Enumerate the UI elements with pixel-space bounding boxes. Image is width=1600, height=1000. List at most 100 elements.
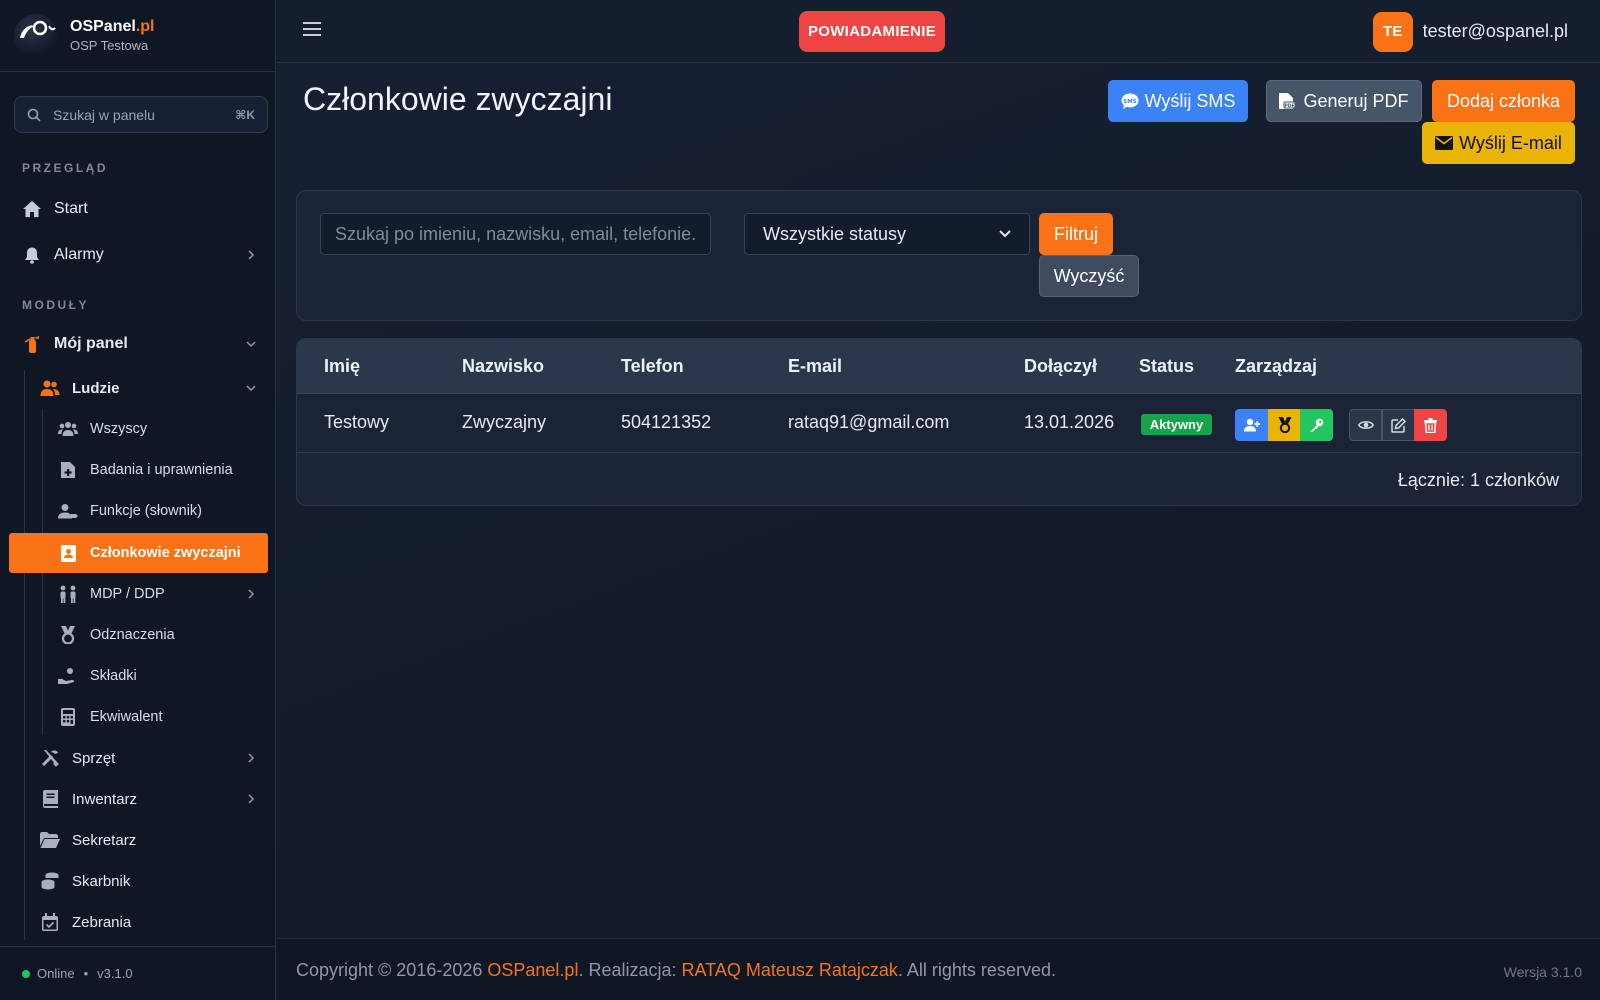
sidebar-item-people[interactable]: Ludzie <box>40 371 266 405</box>
members-table: Imię Nazwisko Telefon E-mail Dołączył St… <box>296 338 1582 506</box>
cell-last-name: Zwyczajny <box>462 412 547 432</box>
sidebar-item-decorations[interactable]: Odznaczenia <box>58 618 266 652</box>
chevron-right-icon <box>248 250 255 260</box>
cell-joined: 13.01.2026 <box>1024 412 1115 432</box>
sidebar-item-label: Sekretarz <box>72 831 137 849</box>
home-icon <box>22 199 42 219</box>
brand-logo-icon <box>14 13 58 58</box>
assign-user-button[interactable] <box>1235 409 1268 441</box>
generate-pdf-button[interactable]: PDF Generuj PDF <box>1266 80 1422 122</box>
sidebar-item-label: Alarmy <box>54 246 104 263</box>
user-tag-icon <box>58 501 78 521</box>
sidebar-search-input[interactable]: Szukaj w panelu ⌘K <box>14 96 268 133</box>
sidebar-item-label: Skarbnik <box>72 872 131 890</box>
sidebar-item-my-panel[interactable]: Mój panel <box>22 326 266 362</box>
section-label-modules: MODUŁY <box>22 298 89 312</box>
separator: • <box>83 966 89 981</box>
member-search-input[interactable] <box>320 213 711 255</box>
column-header-email: E-mail <box>788 356 843 376</box>
sidebar-item-label: Funkcje (słownik) <box>90 503 202 519</box>
sidebar-item-regular-members[interactable]: Członkowie zwyczajni <box>58 536 266 570</box>
sidebar-item-equivalent[interactable]: Ekwiwalent <box>58 700 266 734</box>
cell-email: rataq91@gmail.com <box>788 412 950 432</box>
pdf-file-icon: PDF <box>1279 92 1297 110</box>
main-content: Członkowie zwyczajni SMS Wyślij SMS PDF … <box>277 63 1600 938</box>
sidebar-item-label: Zebrania <box>72 913 132 931</box>
key-icon <box>1310 418 1324 432</box>
svg-text:SMS: SMS <box>1123 98 1136 104</box>
edit-button[interactable] <box>1382 409 1415 441</box>
search-shortcut: ⌘K <box>235 107 255 122</box>
brand[interactable]: OSPanel.pl OSP Testowa <box>0 0 275 72</box>
send-sms-label: Wyślij SMS <box>1144 90 1236 111</box>
book-icon <box>40 789 60 809</box>
users-icon <box>40 378 60 398</box>
column-header-status: Status <box>1139 356 1195 376</box>
sidebar-item-treasurer[interactable]: Skarbnik <box>40 864 266 898</box>
send-email-label: Wyślij E-mail <box>1459 132 1562 153</box>
send-email-button[interactable]: Wyślij E-mail <box>1422 122 1575 164</box>
delete-button[interactable] <box>1414 409 1447 441</box>
user-menu[interactable]: TE tester@ospanel.pl <box>1372 11 1568 52</box>
calculator-icon <box>58 707 78 727</box>
brand-subtitle: OSP Testowa <box>70 38 149 53</box>
permissions-key-button[interactable] <box>1300 409 1333 441</box>
sidebar-item-medical[interactable]: Badania i uprawnienia <box>58 453 266 487</box>
calendar-icon <box>40 912 60 932</box>
sms-icon: SMS <box>1121 92 1139 110</box>
page-title: Członkowie zwyczajni <box>303 81 613 117</box>
sidebar-item-inventory[interactable]: Inwentarz <box>40 782 266 816</box>
footer: Copyright © 2016-2026 OSPanel.pl. Realiz… <box>277 938 1600 1000</box>
bell-icon <box>22 245 42 265</box>
sidebar-item-youth[interactable]: MDP / DDP <box>58 577 266 611</box>
send-sms-button[interactable]: SMS Wyślij SMS <box>1108 80 1248 122</box>
sidebar-item-label: Badania i uprawnienia <box>90 462 233 478</box>
footer-version: Wersja 3.1.0 <box>1503 964 1582 980</box>
coins-icon <box>40 871 60 891</box>
column-header-phone: Telefon <box>621 356 684 376</box>
tree-line <box>24 370 25 940</box>
sidebar-item-label: MDP / DDP <box>90 586 165 602</box>
sidebar-item-alarms[interactable]: Alarmy <box>22 237 266 273</box>
sidebar-item-fees[interactable]: Składki <box>58 659 266 693</box>
sidebar-version: v3.1.0 <box>97 966 133 981</box>
view-button[interactable] <box>1349 409 1382 441</box>
chevron-right-icon <box>248 589 255 599</box>
svg-text:PDF: PDF <box>1285 103 1295 109</box>
online-status: Online <box>37 966 75 981</box>
sidebar-item-label: Składki <box>90 668 137 684</box>
cell-first-name: Testowy <box>324 412 390 432</box>
sidebar-item-label: Start <box>54 200 88 217</box>
filter-button[interactable]: Filtruj <box>1039 213 1113 255</box>
column-header-last-name: Nazwisko <box>462 356 545 376</box>
hamburger-menu-icon[interactable] <box>303 21 321 37</box>
trash-icon <box>1424 417 1437 433</box>
decorations-button[interactable] <box>1268 409 1301 441</box>
notification-button[interactable]: POWIADAMIENIE <box>799 11 945 52</box>
sidebar-item-start[interactable]: Start <box>22 191 266 227</box>
chevron-down-icon <box>246 341 256 348</box>
sidebar-item-label: Ekwiwalent <box>90 709 163 725</box>
cell-phone: 504121352 <box>621 412 712 432</box>
table-header: Imię Nazwisko Telefon E-mail Dołączył St… <box>297 339 1581 394</box>
column-header-joined: Dołączył <box>1024 356 1098 376</box>
footer-brand-link[interactable]: OSPanel.pl <box>487 960 578 980</box>
fire-extinguisher-icon <box>22 334 42 354</box>
sidebar-item-all[interactable]: Wszyscy <box>58 412 266 446</box>
children-icon <box>58 584 78 604</box>
sidebar-item-label: Członkowie zwyczajni <box>90 545 241 561</box>
footer-author-link[interactable]: RATAQ Mateusz Ratajczak <box>682 960 898 980</box>
status-select[interactable]: Wszystkie statusy <box>744 213 1030 255</box>
brand-name: OSPanel.pl <box>70 18 155 35</box>
generate-pdf-label: Generuj PDF <box>1303 90 1409 111</box>
hand-coin-icon <box>58 666 78 686</box>
filter-panel: Wszystkie statusy Filtruj Wyczyść <box>296 190 1582 321</box>
add-member-button[interactable]: Dodaj członka <box>1432 80 1575 122</box>
sidebar-item-functions[interactable]: Funkcje (słownik) <box>58 494 266 528</box>
medal-icon <box>58 625 78 645</box>
user-email: tester@ospanel.pl <box>1422 21 1568 41</box>
sidebar-item-equipment[interactable]: Sprzęt <box>40 741 266 775</box>
sidebar-item-meetings[interactable]: Zebrania <box>40 905 266 939</box>
sidebar-item-secretary[interactable]: Sekretarz <box>40 823 266 857</box>
clear-filter-button[interactable]: Wyczyść <box>1039 255 1139 297</box>
